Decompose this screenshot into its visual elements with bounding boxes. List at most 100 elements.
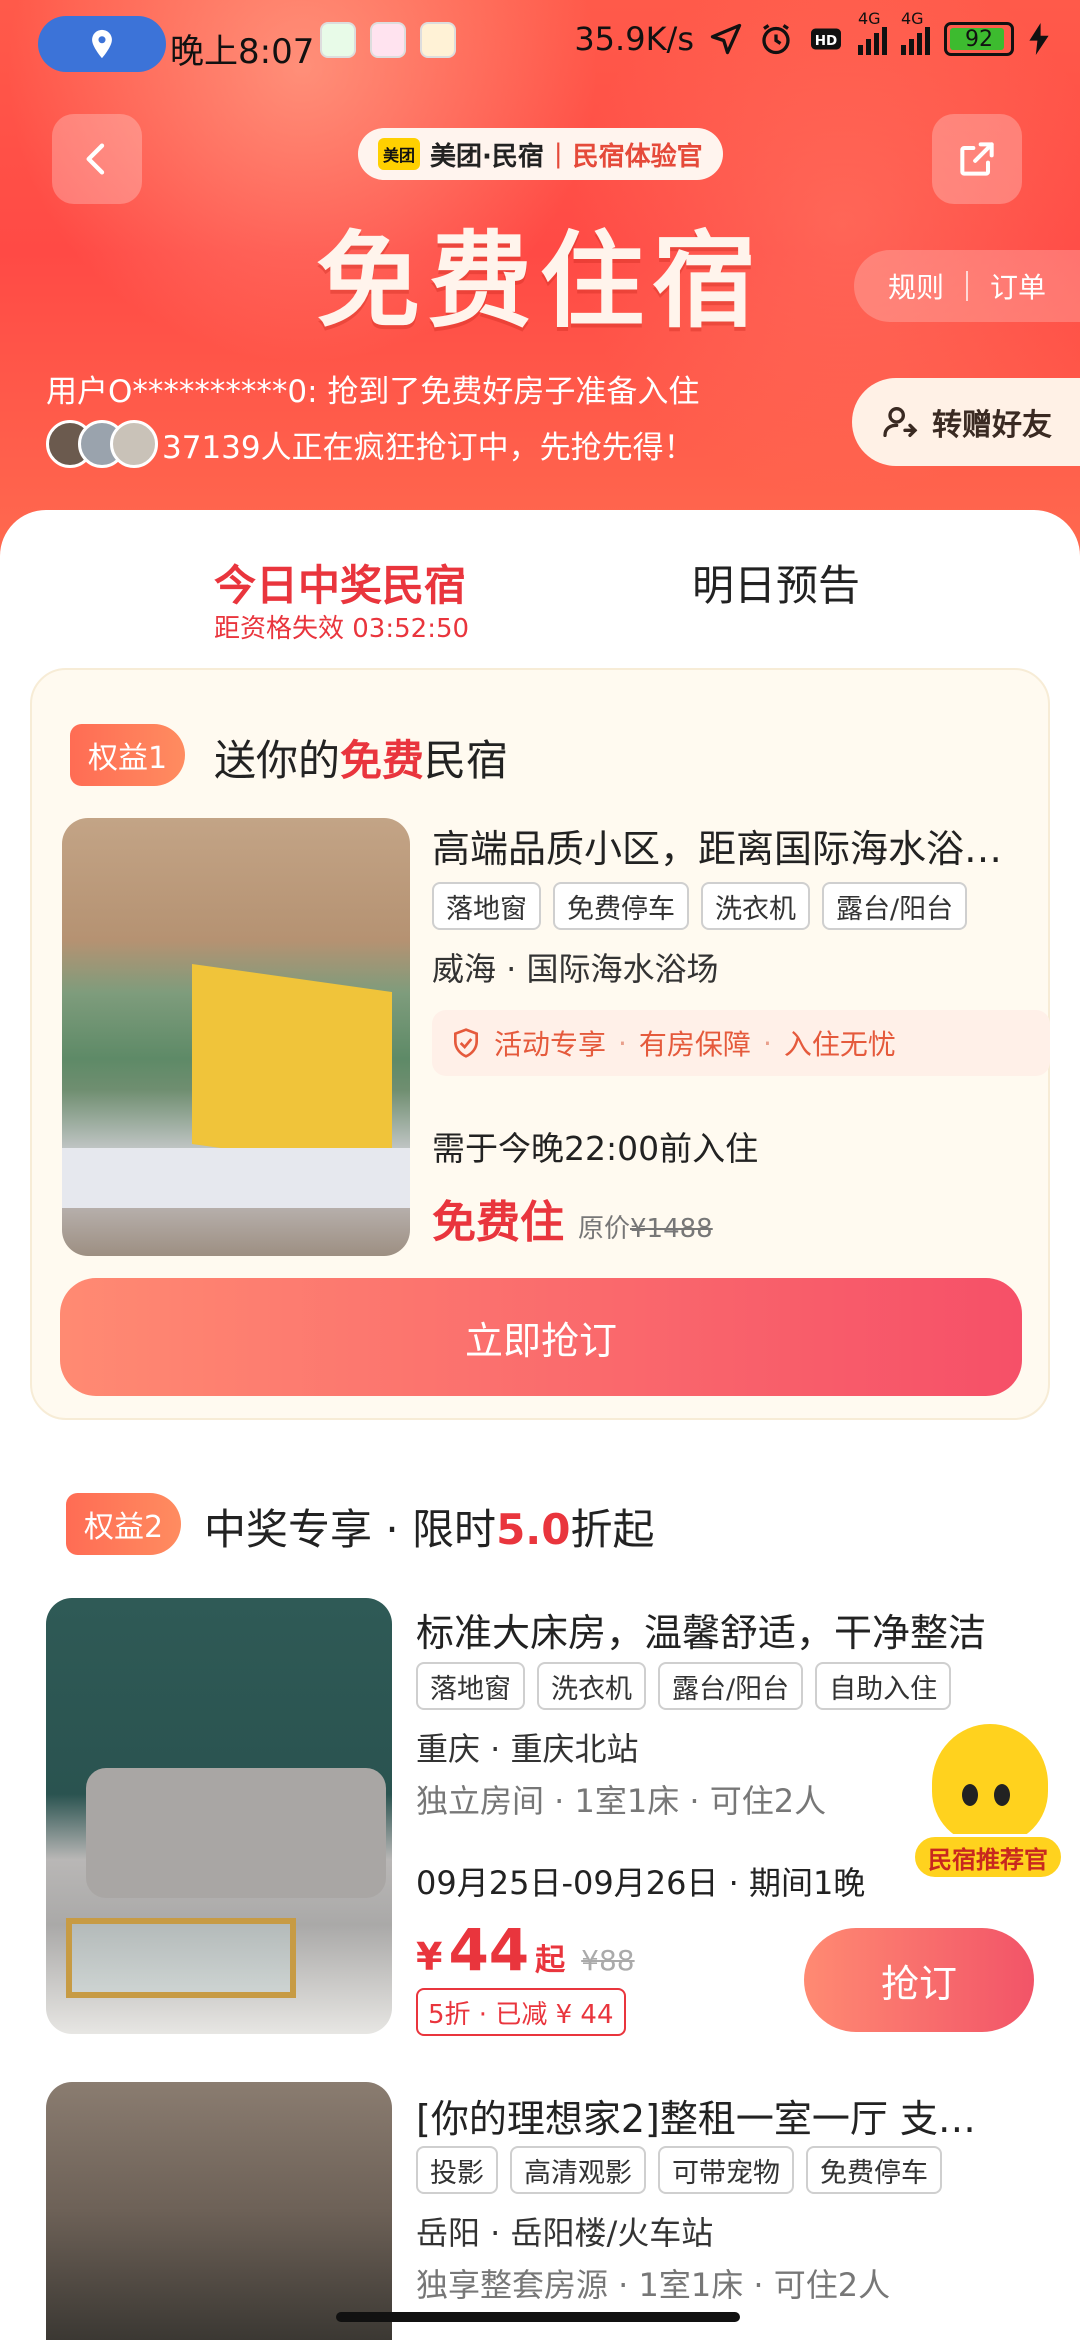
- amenity-tag: 投影: [416, 2146, 498, 2194]
- mascot-eye: [994, 1784, 1010, 1806]
- discount-badge: 5折 · 已减 ¥ 44: [416, 1988, 626, 2036]
- share-button[interactable]: [932, 114, 1022, 204]
- photo-detail: [192, 963, 392, 1173]
- orig-label: 原价: [578, 1214, 631, 1244]
- winner-ticker: 用户O**********0: 抢到了免费好房子准备入住: [46, 374, 700, 410]
- photo-detail: [86, 1768, 386, 1898]
- amenity-tag: 可带宠物: [658, 2146, 794, 2194]
- title-text: 中奖专享 · 限时: [204, 1505, 497, 1554]
- tab-today[interactable]: 今日中奖民宿: [214, 552, 466, 613]
- guarantee-item: 入住无忧: [783, 1028, 896, 1061]
- amenity-tag: 免费停车: [806, 2146, 942, 2194]
- room-info: 独享整套房源 · 1室1床 · 可住2人: [416, 2266, 891, 2304]
- status-bar: 晚上8:07 35.9K/s HD 4G 4G 92: [0, 0, 1080, 90]
- benefit1-title: 送你的免费民宿: [214, 727, 508, 788]
- home-indicator[interactable]: [336, 2312, 740, 2322]
- amenity-tag: 露台/阳台: [658, 1662, 804, 1710]
- rules-link[interactable]: 规则: [888, 266, 944, 306]
- original-price: ¥88: [581, 1944, 635, 1977]
- brand-separator: |: [553, 139, 563, 169]
- listing-tags: 落地窗 免费停车 洗衣机 露台/阳台: [432, 882, 968, 930]
- benefit2-title: 中奖专享 · 限时5.0折起: [204, 1496, 654, 1557]
- brand-name: 美团·民宿: [430, 141, 544, 172]
- listing-name[interactable]: 高端品质小区，距离国际海水浴…: [432, 818, 1002, 873]
- signal-1: 4G: [858, 9, 887, 55]
- benefit2-badge: 权益2: [66, 1493, 182, 1555]
- charging-icon: [1029, 23, 1049, 55]
- title-text: 折起: [570, 1505, 655, 1554]
- amenity-tag: 洗衣机: [701, 882, 810, 930]
- listing-price: ¥ 44 起 ¥88: [416, 1916, 635, 1984]
- title-text: 民宿: [424, 736, 509, 785]
- listing-photo[interactable]: [46, 1598, 392, 2034]
- location-indicator: [38, 16, 166, 72]
- mascot-icon: [932, 1724, 1048, 1844]
- recommender-mascot[interactable]: 民宿推荐官: [912, 1714, 1064, 1884]
- currency-symbol: ¥: [416, 1935, 443, 1979]
- listing-location: 岳阳 · 岳阳楼/火车站: [416, 2214, 714, 2252]
- navigation-arrow-icon: [710, 23, 742, 55]
- listing-location: 威海 · 国际海水浴场: [432, 950, 719, 988]
- listing-tags: 落地窗 洗衣机 露台/阳台 自助入住: [416, 1662, 952, 1710]
- book-now-button[interactable]: 立即抢订: [60, 1278, 1022, 1396]
- room-info: 独立房间 · 1室1床 · 可住2人: [416, 1782, 827, 1820]
- orders-link[interactable]: 订单: [990, 266, 1046, 306]
- orig-price-value: ¥1488: [630, 1214, 713, 1244]
- guarantee-item: 有房保障: [638, 1028, 751, 1061]
- dot-separator: ·: [618, 1026, 627, 1060]
- rules-orders-pill: 规则 订单: [854, 250, 1080, 322]
- listing-photo[interactable]: [46, 2082, 392, 2340]
- wechat-notification-icon: [320, 22, 356, 58]
- meituan-logo: 美团: [378, 138, 421, 170]
- photo-detail: [62, 1148, 410, 1208]
- free-price: 免费住 原价¥1488: [432, 1186, 713, 1250]
- listing-photo[interactable]: [62, 818, 410, 1256]
- amenity-tag: 露台/阳台: [822, 882, 968, 930]
- mascot-eye: [962, 1784, 978, 1806]
- dot-separator: ·: [762, 1026, 772, 1060]
- countdown-timer: 距资格失效 03:52:50: [214, 614, 470, 644]
- gift-friend-button[interactable]: 转赠好友: [852, 378, 1080, 466]
- battery-icon: 92: [944, 22, 1014, 56]
- amenity-tag: 洗衣机: [537, 1662, 646, 1710]
- listing-name[interactable]: 标准大床房，温馨舒适，干净整洁: [416, 1602, 986, 1657]
- original-price: 原价¥1488: [578, 1208, 713, 1245]
- hd-icon: HD: [811, 28, 841, 50]
- amenity-tag: 自助入住: [815, 1662, 952, 1710]
- title-text: 送你的: [214, 736, 341, 785]
- status-time: 晚上8:07: [170, 32, 315, 72]
- grab-button[interactable]: 抢订: [804, 1928, 1034, 2032]
- avatar-stack: [46, 420, 158, 468]
- title-highlight: 5.0: [496, 1505, 571, 1554]
- chevron-left-icon: [86, 143, 105, 175]
- benefit1-badge: 权益1: [70, 724, 186, 786]
- avatar: [110, 420, 158, 468]
- checkin-deadline: 需于今晚22:00前入住: [432, 1129, 759, 1168]
- amenity-tag: 落地窗: [432, 882, 541, 930]
- price-suffix: 起: [535, 1943, 566, 1978]
- net-type-label: 4G: [858, 9, 881, 28]
- amenity-tag: 免费停车: [553, 882, 689, 930]
- amenity-tag: 高清观影: [510, 2146, 646, 2194]
- gift-label: 转赠好友: [932, 408, 1052, 443]
- listing-tags: 投影 高清观影 可带宠物 免费停车: [416, 2146, 942, 2194]
- crowd-text: 37139人正在疯狂抢订中，先抢先得！: [162, 429, 695, 466]
- listing-name[interactable]: [你的理想家2]整租一室一厅 支…: [416, 2088, 976, 2143]
- back-button[interactable]: [52, 114, 142, 204]
- brand-tag: 民宿体验官: [572, 141, 703, 172]
- guarantee-banner: 活动专享 · 有房保障 · 入住无忧: [432, 1010, 1050, 1076]
- price-value: 44: [448, 1916, 530, 1984]
- tab-tomorrow[interactable]: 明日预告: [692, 552, 860, 613]
- net-type-label: 4G: [901, 9, 924, 28]
- divider: [966, 271, 968, 301]
- app-notification-icon: [370, 22, 406, 58]
- photo-detail: [66, 1918, 296, 1998]
- svg-text:HD: HD: [815, 33, 838, 49]
- shield-check-icon: [454, 1028, 478, 1058]
- crowd-counter: 37139人正在疯狂抢订中，先抢先得！: [46, 420, 695, 468]
- user-share-icon: [883, 407, 918, 437]
- mascot-label: 民宿推荐官: [912, 1834, 1064, 1880]
- brand-pill: 美团 美团·民宿 | 民宿体验官: [358, 128, 723, 180]
- listing-location: 重庆 · 重庆北站: [416, 1730, 639, 1768]
- free-label: 免费住: [432, 1197, 564, 1248]
